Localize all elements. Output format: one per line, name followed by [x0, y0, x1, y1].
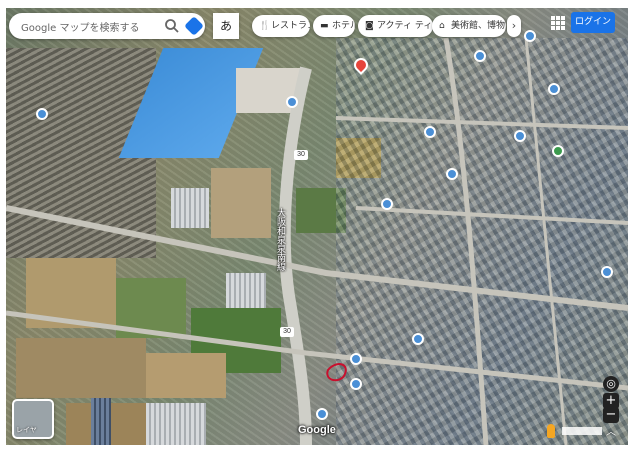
chip-label: アクティ ティ: [377, 21, 433, 31]
category-chip-activity[interactable]: ◙ アクティ ティ: [358, 15, 433, 37]
museum-icon: ⌂: [439, 21, 445, 31]
poi-marker[interactable]: [601, 266, 613, 278]
login-button[interactable]: ログイン: [571, 12, 615, 33]
layers-button[interactable]: レイヤ: [12, 399, 54, 439]
road-name-label: 大阪和泉泉南線: [275, 208, 285, 271]
chevron-right-icon[interactable]: ›: [507, 15, 521, 37]
road-network: [6, 37, 628, 445]
poi-marker[interactable]: [412, 333, 424, 345]
route-badge: 30: [294, 150, 308, 160]
poi-marker[interactable]: [424, 126, 436, 138]
fork-knife-icon: 🍴: [259, 21, 271, 31]
route-badge: 30: [280, 327, 294, 337]
search-icon[interactable]: [164, 18, 180, 34]
chip-label: ホテル: [332, 21, 355, 31]
poi-marker[interactable]: [350, 378, 362, 390]
satellite-map[interactable]: 30 30 大阪和泉泉南線: [6, 8, 628, 445]
bed-icon: ▬: [320, 21, 329, 31]
search-input[interactable]: Google マップを検索する: [21, 19, 139, 34]
category-chip-hotel[interactable]: ▬ ホテル: [313, 15, 355, 37]
map-window: 30 30 大阪和泉泉南線 Google マップを検索する あ 🍴 レストラン …: [0, 0, 640, 453]
poi-marker[interactable]: [381, 198, 393, 210]
category-chip-museum[interactable]: ⌂ 美術館、博物館: [432, 15, 506, 37]
layers-label: レイヤ: [16, 426, 37, 434]
poi-marker[interactable]: [514, 130, 526, 142]
chip-label: レストラン: [271, 21, 310, 31]
apps-grid-icon[interactable]: [551, 16, 565, 30]
poi-marker[interactable]: [524, 30, 536, 42]
camera-icon: ◙: [365, 21, 374, 31]
poi-marker[interactable]: [548, 83, 560, 95]
poi-marker[interactable]: [350, 353, 362, 365]
poi-marker[interactable]: [474, 50, 486, 62]
google-logo: Google: [298, 424, 336, 436]
directions-icon[interactable]: [184, 16, 204, 36]
category-chip-restaurant[interactable]: 🍴 レストラン: [252, 15, 310, 37]
expand-icon[interactable]: ︿: [605, 423, 617, 438]
chip-label: 美術館、博物館: [451, 21, 506, 31]
poi-marker[interactable]: [36, 108, 48, 120]
search-box[interactable]: Google マップを検索する: [9, 13, 205, 39]
poi-marker[interactable]: [286, 96, 298, 108]
poi-marker[interactable]: [316, 408, 328, 420]
my-location-button[interactable]: ◎: [603, 376, 619, 392]
poi-marker-park[interactable]: [552, 145, 564, 157]
ime-indicator: あ: [213, 13, 239, 39]
poi-marker[interactable]: [446, 168, 458, 180]
zoom-out-button[interactable]: −: [603, 407, 619, 423]
attribution-bar: [562, 427, 602, 435]
street-view-pegman-icon[interactable]: [547, 424, 555, 438]
